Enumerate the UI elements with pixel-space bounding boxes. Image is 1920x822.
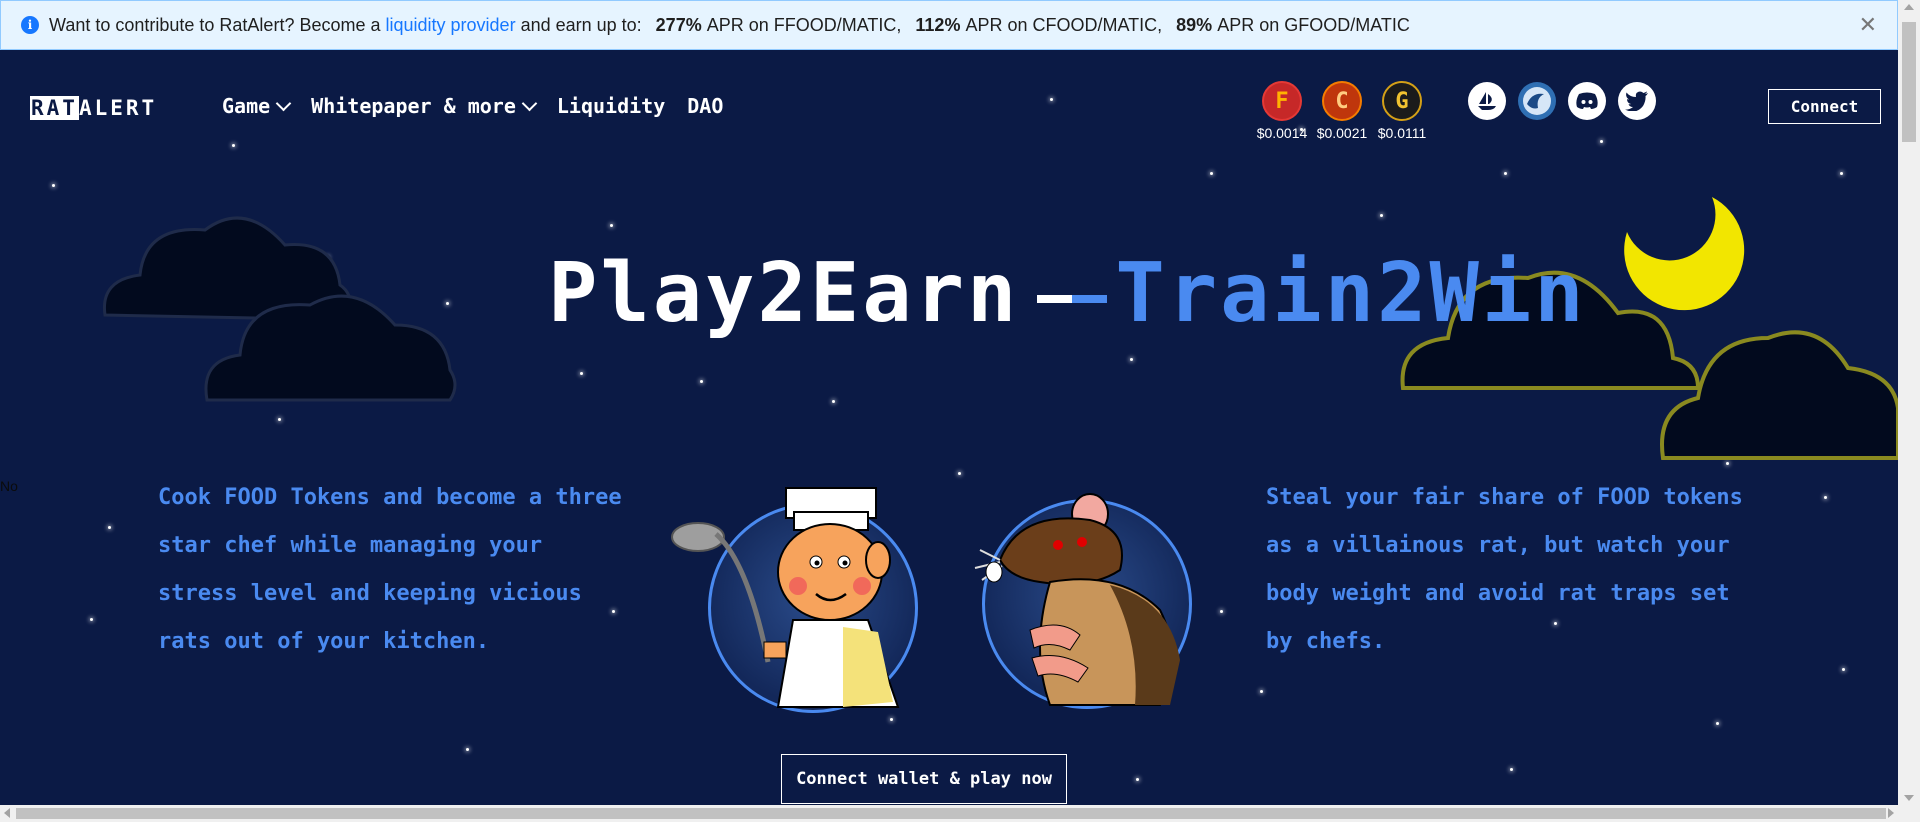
horizontal-scrollbar[interactable] — [0, 805, 1920, 822]
connect-button[interactable]: Connect — [1768, 89, 1881, 124]
gfood-coin-icon: G — [1382, 81, 1422, 121]
cfood-coin-icon: C — [1322, 81, 1362, 121]
apr-pair-gfood: APR on GFOOD/MATIC — [1217, 14, 1410, 35]
scroll-down-icon[interactable] — [1904, 795, 1914, 801]
apr-pair-ffood: APR on FFOOD/MATIC, — [706, 14, 902, 35]
banner-text-before: Want to contribute to RatAlert? Become a — [49, 14, 381, 35]
scroll-up-icon[interactable] — [1904, 4, 1914, 10]
vertical-scrollbar[interactable] — [1898, 0, 1920, 805]
apr-value-ffood: 277% — [655, 14, 702, 35]
nav-item-game[interactable]: Game — [222, 94, 292, 118]
info-icon: i — [21, 16, 39, 34]
apr-pair-cfood: APR on CFOOD/MATIC, — [965, 14, 1163, 35]
token-gfood[interactable]: G $0.0111 — [1376, 81, 1428, 141]
token-ffood[interactable]: F $0.0014 — [1256, 81, 1308, 141]
connect-wallet-play-button[interactable]: Connect wallet & play now — [781, 754, 1067, 804]
nav-item-liquidity[interactable]: Liquidity — [557, 94, 665, 118]
announcement-banner: i Want to contribute to RatAlert? Become… — [0, 0, 1898, 50]
chevron-down-icon — [275, 95, 292, 112]
chevron-down-icon — [521, 95, 538, 112]
hero-title: Play2Earn Train2Win — [548, 246, 1587, 341]
token-prices: F $0.0014 C $0.0021 G $0.0111 — [1256, 81, 1428, 141]
nav-item-whitepaper[interactable]: Whitepaper & more — [311, 94, 538, 118]
close-icon[interactable]: ✕ — [1859, 14, 1877, 36]
twitter-icon[interactable] — [1618, 82, 1656, 120]
scroll-thumb-horizontal[interactable] — [16, 808, 1886, 819]
ffood-price: $0.0014 — [1256, 125, 1308, 141]
chef-description: Cook FOOD Tokens and become a three star… — [158, 485, 622, 654]
chef-character-image — [671, 487, 900, 708]
main-nav: Game Whitepaper & more Liquidity DAO — [222, 94, 745, 118]
cfood-price: $0.0021 — [1316, 125, 1368, 141]
token-cfood[interactable]: C $0.0021 — [1316, 81, 1368, 141]
scroll-left-icon[interactable] — [4, 808, 10, 818]
apr-value-cfood: 112% — [915, 14, 961, 35]
social-links — [1468, 82, 1656, 120]
nav-item-dao[interactable]: DAO — [687, 94, 723, 118]
scroll-thumb[interactable] — [1902, 22, 1916, 142]
clouds-left-graphic — [102, 216, 457, 402]
banner-text-after: and earn up to: — [520, 14, 642, 35]
liquidity-provider-link[interactable]: liquidity provider — [386, 15, 516, 36]
apr-value-gfood: 89% — [1176, 14, 1213, 35]
side-label: No — [0, 478, 18, 494]
ratalert-logo[interactable]: RATALERT — [30, 96, 157, 120]
swap-icon[interactable] — [1518, 82, 1556, 120]
discord-icon[interactable] — [1568, 82, 1606, 120]
opensea-icon[interactable] — [1468, 82, 1506, 120]
rat-character-image — [974, 493, 1180, 706]
hero-dash — [1037, 294, 1108, 303]
ffood-coin-icon: F — [1262, 81, 1302, 121]
rat-description: Steal your fair share of FOOD tokens as … — [1266, 485, 1743, 654]
gfood-price: $0.0111 — [1377, 125, 1427, 141]
scroll-right-icon[interactable] — [1888, 808, 1894, 818]
